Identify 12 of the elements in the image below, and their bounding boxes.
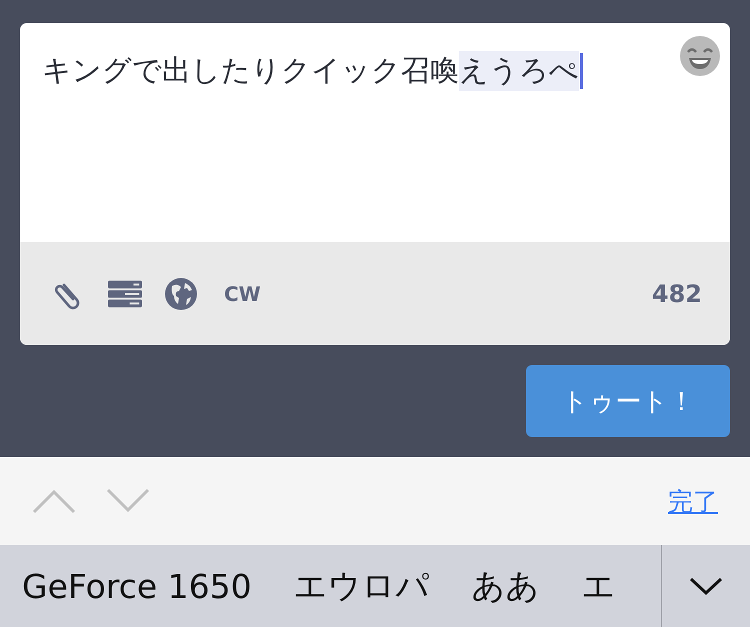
globe-icon[interactable] bbox=[164, 276, 198, 310]
suggestion[interactable]: ああ bbox=[472, 564, 540, 608]
emoji-icon[interactable] bbox=[678, 34, 722, 78]
suggestion[interactable]: エ bbox=[582, 564, 616, 608]
done-link[interactable]: 完了 bbox=[668, 484, 718, 518]
post-text: キングで出したりクイック召喚えうろぺ bbox=[42, 51, 583, 91]
character-count: 482 bbox=[652, 280, 702, 308]
chevron-down-icon[interactable] bbox=[689, 576, 723, 596]
content-warning-toggle[interactable]: CW bbox=[224, 282, 261, 306]
text-area[interactable]: キングで出したりクイック召喚えうろぺ bbox=[20, 23, 730, 242]
suggestion[interactable]: GeForce 1650 bbox=[22, 566, 252, 606]
suggestion[interactable]: エウロパ bbox=[294, 564, 430, 608]
